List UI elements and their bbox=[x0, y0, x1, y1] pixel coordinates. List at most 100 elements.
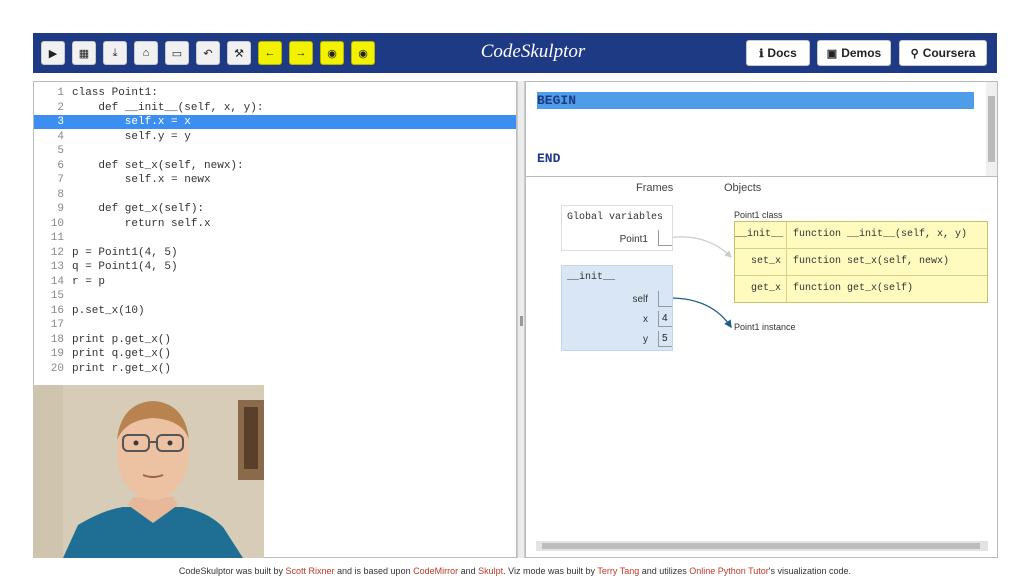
code-line[interactable]: 13 q = Point1(4, 5) bbox=[34, 260, 516, 274]
circle-icon: ◉ bbox=[327, 47, 337, 60]
home-icon: ⌂ bbox=[142, 47, 150, 59]
code-text: self.y = y bbox=[72, 130, 191, 143]
init-frame-title: __init__ bbox=[567, 272, 616, 283]
class-row: set_x function set_x(self, newx) bbox=[735, 249, 987, 276]
fresh-url-button[interactable]: ⌂ bbox=[134, 41, 158, 65]
code-line[interactable]: 3 self.x = x bbox=[34, 115, 516, 129]
code-text: q = Point1(4, 5) bbox=[72, 261, 178, 273]
init-var-self-value bbox=[658, 291, 672, 307]
link-online-python-tutor[interactable]: Online Python Tutor bbox=[689, 566, 769, 576]
viz-horizontal-scrollbar[interactable] bbox=[536, 541, 988, 551]
footer-credits: CodeSkulptor was built by Scott Rixner a… bbox=[0, 566, 1030, 576]
viz-first-button[interactable]: ◉ bbox=[320, 41, 344, 65]
info-icon: ℹ bbox=[759, 47, 764, 60]
save-icon: ▦ bbox=[78, 47, 90, 60]
line-number: 20 bbox=[50, 362, 64, 375]
arrow-left-icon: ← bbox=[264, 47, 276, 59]
line-number: 16 bbox=[50, 304, 64, 317]
code-line[interactable]: 9 def get_x(self): bbox=[34, 202, 516, 216]
wrench-icon: ⚒ bbox=[234, 47, 244, 60]
pane-splitter[interactable] bbox=[517, 81, 525, 558]
viz-step-forward-button[interactable]: → bbox=[289, 41, 313, 65]
instructor-portrait bbox=[33, 385, 264, 558]
app-title: CodeSkulptor bbox=[480, 41, 586, 62]
scrollbar-thumb[interactable] bbox=[988, 96, 995, 162]
class-object-title: Point1 class bbox=[734, 210, 783, 220]
code-line[interactable]: 12 p = Point1(4, 5) bbox=[34, 246, 516, 260]
code-line[interactable]: 17 bbox=[34, 318, 516, 332]
play-icon: ▶ bbox=[48, 47, 58, 60]
link-scott-rixner[interactable]: Scott Rixner bbox=[285, 566, 334, 576]
folder-icon: ▭ bbox=[171, 47, 183, 60]
class-row: __init__ function __init__(self, x, y) bbox=[735, 222, 987, 249]
line-number: 15 bbox=[50, 290, 64, 302]
class-row-value: function __init__(self, x, y) bbox=[793, 229, 968, 240]
run-button[interactable]: ▶ bbox=[41, 41, 65, 65]
code-text: self.x = x bbox=[72, 116, 191, 128]
code-line[interactable]: 19 print q.get_x() bbox=[34, 347, 516, 361]
docs-button[interactable]: ℹ Docs bbox=[746, 40, 810, 66]
footer-text: . Viz mode was built by bbox=[503, 566, 598, 576]
coursera-button[interactable]: ⚲ Coursera bbox=[899, 40, 987, 66]
code-line[interactable]: 7 self.x = newx bbox=[34, 173, 516, 187]
code-line[interactable]: 18 print p.get_x() bbox=[34, 333, 516, 347]
output-console: BEGIN END bbox=[525, 81, 998, 177]
class-row-key: __init__ bbox=[735, 222, 787, 248]
code-text: def get_x(self): bbox=[72, 203, 205, 215]
global-var-point1: Point1 bbox=[619, 234, 648, 245]
reset-button[interactable]: ↶ bbox=[196, 41, 220, 65]
viz-step-back-button[interactable]: ← bbox=[258, 41, 282, 65]
code-line[interactable]: 14 r = p bbox=[34, 275, 516, 289]
code-line[interactable]: 15 bbox=[34, 289, 516, 303]
arrow-right-icon: → bbox=[295, 47, 307, 59]
instance-object-label: Point1 instance bbox=[734, 322, 796, 332]
output-scrollbar[interactable] bbox=[986, 82, 997, 176]
footer-text: and is based upon bbox=[334, 566, 414, 576]
code-line[interactable]: 5 bbox=[34, 144, 516, 158]
objects-header: Objects bbox=[724, 182, 762, 194]
location-icon: ⚲ bbox=[910, 47, 919, 60]
docs-label: Docs bbox=[767, 46, 797, 60]
line-number: 19 bbox=[50, 348, 64, 360]
global-frame: Global variables Point1 bbox=[561, 205, 673, 251]
undo-icon: ↶ bbox=[203, 47, 213, 60]
code-text: def __init__(self, x, y): bbox=[72, 101, 264, 114]
link-skulpt[interactable]: Skulpt bbox=[478, 566, 503, 576]
class-object-table: __init__ function __init__(self, x, y) s… bbox=[734, 221, 988, 303]
pointer-arrow-self bbox=[666, 297, 732, 329]
link-terry-tang[interactable]: Terry Tang bbox=[597, 566, 639, 576]
scrollbar-thumb[interactable] bbox=[542, 543, 980, 549]
code-line[interactable]: 20 print r.get_x() bbox=[34, 362, 516, 376]
open-local-button[interactable]: ▭ bbox=[165, 41, 189, 65]
code-line[interactable]: 16 p.set_x(10) bbox=[34, 304, 516, 318]
webcam-video bbox=[33, 385, 264, 558]
link-codemirror[interactable]: CodeMirror bbox=[413, 566, 458, 576]
splitter-grip[interactable] bbox=[520, 316, 523, 326]
wrench-button[interactable]: ⚒ bbox=[227, 41, 251, 65]
line-number: 18 bbox=[50, 333, 64, 346]
code-line[interactable]: 1 class Point1: bbox=[34, 86, 516, 100]
circle-icon: ◉ bbox=[358, 47, 368, 60]
class-row-key: get_x bbox=[735, 276, 787, 302]
pointer-arrow-point1 bbox=[666, 236, 732, 258]
code-line[interactable]: 8 bbox=[34, 188, 516, 202]
line-number: 14 bbox=[50, 275, 64, 288]
viz-last-button[interactable]: ◉ bbox=[351, 41, 375, 65]
frames-header: Frames bbox=[636, 182, 674, 194]
init-var-x-value: 4 bbox=[658, 311, 672, 327]
code-line[interactable]: 10 return self.x bbox=[34, 217, 516, 231]
code-text: print p.get_x() bbox=[72, 333, 172, 346]
class-row-value: function set_x(self, newx) bbox=[793, 256, 950, 267]
save-button[interactable]: ▦ bbox=[72, 41, 96, 65]
code-text: class Point1: bbox=[72, 87, 158, 99]
code-text: def set_x(self, newx): bbox=[72, 159, 244, 172]
init-var-x: x bbox=[643, 314, 648, 325]
download-button[interactable]: ⤓ bbox=[103, 41, 127, 65]
code-line[interactable]: 4 self.y = y bbox=[34, 130, 516, 144]
line-number: 3 bbox=[57, 116, 64, 128]
code-line[interactable]: 6 def set_x(self, newx): bbox=[34, 159, 516, 173]
demos-button[interactable]: ▣ Demos bbox=[817, 40, 891, 66]
code-line[interactable]: 11 bbox=[34, 231, 516, 245]
code-text: self.x = newx bbox=[72, 174, 211, 186]
code-line[interactable]: 2 def __init__(self, x, y): bbox=[34, 101, 516, 115]
